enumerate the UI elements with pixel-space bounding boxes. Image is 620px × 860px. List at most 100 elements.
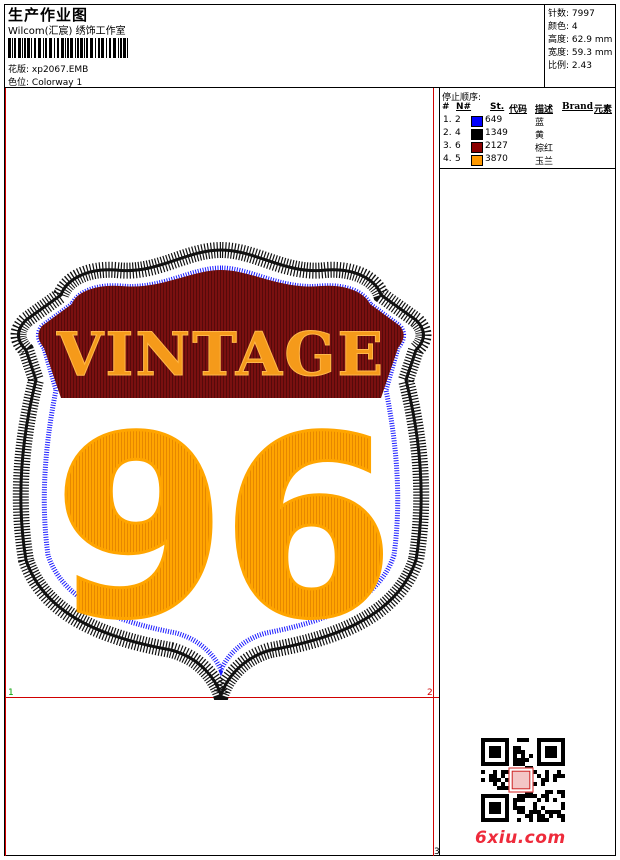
qr-cell (545, 818, 549, 822)
col-st: St. (490, 102, 505, 112)
watermark-text: 6xiu.com (475, 828, 566, 848)
qr-cell (493, 794, 497, 798)
qr-cell (505, 814, 509, 818)
qr-cell (549, 754, 553, 758)
qr-cell (553, 738, 557, 742)
barcode-bar (120, 38, 122, 58)
qr-cell (501, 770, 505, 774)
qr-cell (493, 802, 497, 806)
qr-cell (521, 794, 525, 798)
row-index: 4. (443, 154, 452, 164)
row-needle: 2 (455, 115, 461, 125)
qr-cell (505, 738, 509, 742)
qr-cell (517, 818, 521, 822)
qr-cell (525, 794, 529, 798)
qr-cell (561, 814, 565, 818)
qr-cell (501, 794, 505, 798)
qr-cell (553, 762, 557, 766)
row-description: 玉兰 (535, 157, 554, 167)
barcode-bar (65, 38, 66, 58)
qr-cell (521, 806, 525, 810)
number-text: 96 (53, 383, 389, 674)
qr-cell (493, 806, 497, 810)
qr-cell (489, 750, 493, 754)
spec-stitches: 针数: 7997 (548, 9, 595, 19)
qr-cell (481, 818, 485, 822)
qr-cell (557, 738, 561, 742)
barcode-bar (18, 38, 21, 58)
marker-bottom: 3 (434, 847, 440, 857)
qr-cell (501, 762, 505, 766)
qr-cell (489, 818, 493, 822)
qr-cell (561, 762, 565, 766)
qr-cell (501, 818, 505, 822)
qr-cell (521, 750, 525, 754)
row-index: 2. (443, 128, 452, 138)
qr-cell (553, 774, 557, 778)
qr-cell (489, 802, 493, 806)
col-hash: # (442, 102, 450, 112)
vintage-text: VINTAGE (56, 320, 385, 390)
qr-cell (497, 818, 501, 822)
qr-cell (537, 814, 541, 818)
qr-cell (493, 818, 497, 822)
qr-cell (557, 790, 561, 794)
spec-width: 宽度: 59.3 mm (548, 48, 613, 58)
qr-cell (481, 778, 485, 782)
qr-cell (481, 810, 485, 814)
qr-cell (497, 746, 501, 750)
qr-cell (533, 802, 537, 806)
qr-cell (501, 782, 505, 786)
qr-cell (525, 814, 529, 818)
qr-cell (557, 770, 561, 774)
qr-cell (505, 798, 509, 802)
col-code: 代码 (509, 105, 528, 115)
barcode-bar (90, 38, 93, 58)
qr-cell (489, 774, 493, 778)
qr-cell (521, 754, 525, 758)
spec-height: 高度: 62.9 mm (548, 35, 613, 45)
qr-cell (529, 814, 533, 818)
qr-cell (541, 782, 545, 786)
qr-cell (505, 802, 509, 806)
qr-cell (489, 778, 493, 782)
qr-cell (561, 746, 565, 750)
qr-cell (505, 754, 509, 758)
col-element: 元素 (594, 105, 613, 115)
qr-cell (493, 778, 497, 782)
qr-cell (481, 802, 485, 806)
qr-cell (533, 810, 537, 814)
barcode-bar (27, 38, 30, 58)
barcode-bar (98, 38, 100, 58)
qr-cell (545, 798, 549, 802)
barcode-bar (118, 38, 119, 58)
qr-cell (493, 754, 497, 758)
qr-cell (545, 770, 549, 774)
row-index: 3. (443, 141, 452, 151)
qr-cell (505, 770, 509, 774)
qr-cell (521, 762, 525, 766)
barcode-bar (80, 38, 83, 58)
qr-cell (529, 810, 533, 814)
qr-cell (549, 738, 553, 742)
qr-cell (537, 742, 541, 746)
qr-cell (549, 746, 553, 750)
qr-cell (561, 794, 565, 798)
qr-cell (561, 806, 565, 810)
barcode-bar (123, 38, 126, 58)
qr-cell (497, 802, 501, 806)
qr-cell (505, 794, 509, 798)
qr-cell (529, 794, 533, 798)
qr-cell (541, 738, 545, 742)
col-brand: Brand (562, 102, 594, 112)
color-swatch (471, 142, 483, 153)
qr-cell (561, 790, 565, 794)
qr-cell (541, 806, 545, 810)
qr-cell (481, 762, 485, 766)
qr-cell (501, 786, 505, 790)
qr-cell (493, 770, 497, 774)
studio-name: Wilcom(汇宸) 绣饰工作室 (8, 26, 126, 37)
qr-cell (517, 746, 521, 750)
qr-cell (537, 818, 541, 822)
qr-cell (557, 762, 561, 766)
